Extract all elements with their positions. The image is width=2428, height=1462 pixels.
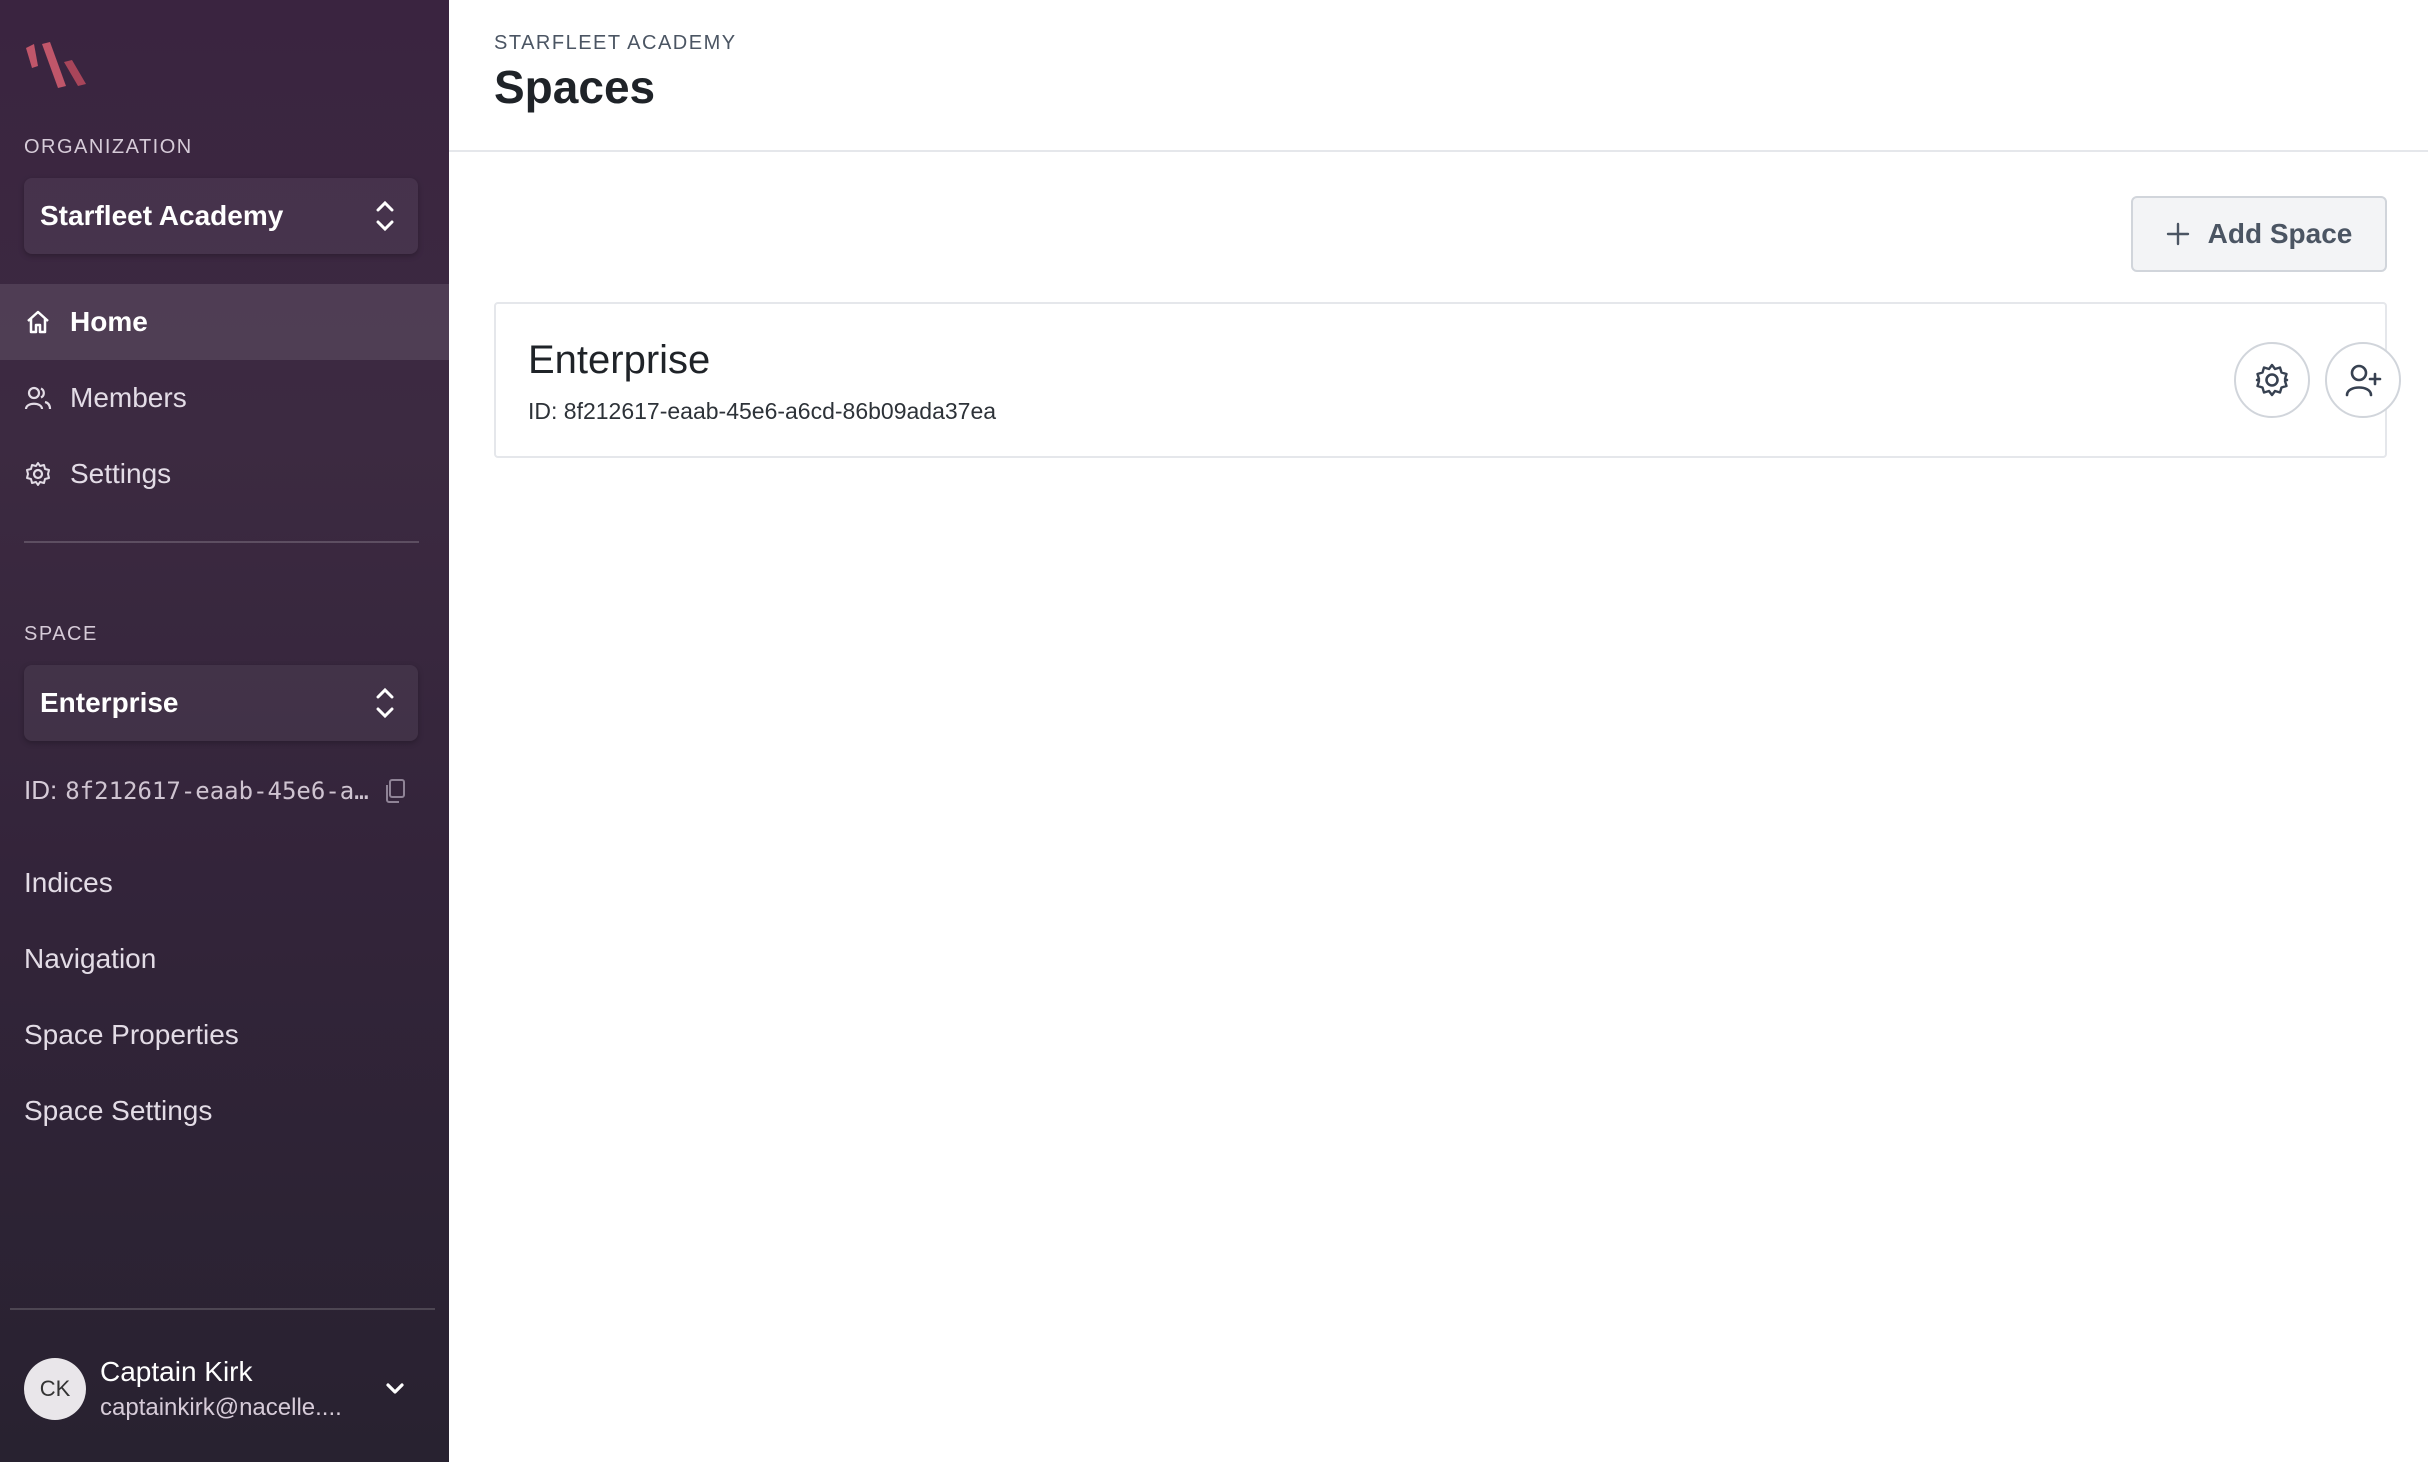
add-member-button[interactable] [2325,342,2401,418]
sidebar-item-label: Settings [70,458,172,489]
gear-icon [26,462,50,486]
copy-icon[interactable] [383,778,407,804]
sidebar-item-space-settings[interactable]: Space Settings [24,1095,212,1127]
sidebar: ORGANIZATION Starfleet Academy Home Memb… [0,0,449,1462]
user-email: captainkirk@nacelle.... [100,1394,342,1421]
breadcrumb: STARFLEET ACADEMY [494,32,737,54]
space-id-row: ID: 8f212617-eaab-45e6-a… [24,775,414,806]
space-card-title: Enterprise [528,338,711,382]
chevron-down-icon[interactable] [380,1376,410,1402]
organization-name: Starfleet Academy [40,200,284,231]
user-plus-icon [2345,364,2382,397]
sidebar-item-members[interactable]: Members [0,360,449,436]
sidebar-divider [24,541,419,543]
sidebar-item-navigation[interactable]: Navigation [24,943,156,975]
organization-label: ORGANIZATION [24,136,193,158]
organization-selector[interactable]: Starfleet Academy [24,178,418,254]
page-header: STARFLEET ACADEMY Spaces [449,0,2428,152]
space-name: Enterprise [40,687,179,718]
user-area-divider [10,1308,435,1310]
sidebar-item-settings[interactable]: Settings [0,436,449,512]
space-id-value: 8f212617-eaab-45e6-a… [65,776,369,805]
space-card-id: ID: 8f212617-eaab-45e6-a6cd-86b09ada37ea [528,398,997,424]
space-settings-button[interactable] [2234,342,2310,418]
gear-icon [2255,363,2289,397]
user-name: Captain Kirk [100,1356,253,1387]
plus-icon [2166,222,2189,246]
space-id-prefix: ID: [24,775,58,805]
users-icon [24,386,52,410]
space-selector[interactable]: Enterprise [24,665,418,741]
home-icon [27,310,49,334]
sidebar-item-home[interactable]: Home [0,284,449,360]
sidebar-item-label: Members [70,382,187,413]
space-card: Enterprise ID: 8f212617-eaab-45e6-a6cd-8… [494,302,2401,458]
main-content: STARFLEET ACADEMY Spaces Add Space Enter… [449,0,2428,1462]
nacelle-logo [26,42,86,88]
add-space-button[interactable]: Add Space [2131,196,2387,272]
chevron-up-down-icon [376,687,394,719]
sidebar-item-space-properties[interactable]: Space Properties [24,1019,239,1051]
add-space-label: Add Space [2207,218,2353,249]
page-title: Spaces [494,61,656,113]
sidebar-item-label: Home [70,306,148,337]
space-label: SPACE [24,623,98,645]
avatar: CK [24,1358,86,1420]
chevron-up-down-icon [376,200,394,232]
sidebar-item-indices[interactable]: Indices [24,867,113,899]
